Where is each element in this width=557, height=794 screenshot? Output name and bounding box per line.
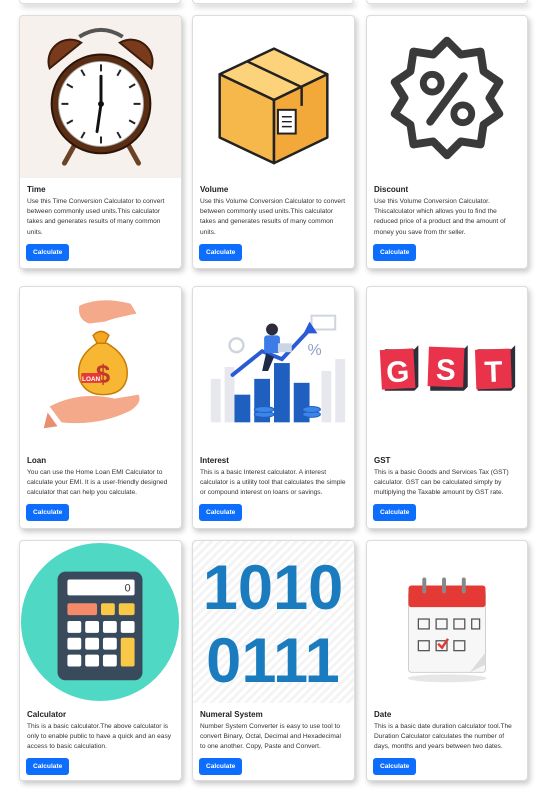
previous-row-card-stub xyxy=(366,0,528,4)
binary-line: 0111 xyxy=(206,626,340,696)
card-image xyxy=(367,16,527,178)
card-title: Date xyxy=(374,710,392,719)
card-image: G S T xyxy=(367,287,527,449)
calculate-button[interactable]: Calculate xyxy=(373,758,417,775)
gst-letter: T xyxy=(484,356,503,390)
calculate-button[interactable]: Calculate xyxy=(26,504,70,521)
card-title: GST xyxy=(374,456,391,465)
growth-chart-person-icon: % xyxy=(210,314,346,423)
alarm-clock-icon xyxy=(47,27,154,166)
card-image: % xyxy=(193,287,354,449)
money-bag-hands-icon: $ LOAN xyxy=(43,300,140,429)
card-description: Number System Converter is easy to use t… xyxy=(200,723,341,751)
card-image: 1010 0111 xyxy=(193,541,354,703)
card-calculator: 0 Calculator This is a basic calculator.… xyxy=(19,540,182,781)
card-title: Time xyxy=(27,185,46,194)
card-volume: Volume Use this Volume Conversion Calcul… xyxy=(192,15,355,269)
calculate-button[interactable]: Calculate xyxy=(26,244,70,261)
card-description: You can use the Home Loan EMI Calculator… xyxy=(27,469,168,497)
card-description: Use this Volume Conversion Calculator. T… xyxy=(374,198,506,236)
card-description: This is a basic calculator.The above cal… xyxy=(27,723,172,751)
card-description: Use this Volume Conversion Calculator to… xyxy=(200,198,346,236)
calculate-button[interactable]: Calculate xyxy=(199,504,243,521)
calculate-button[interactable]: Calculate xyxy=(373,244,417,261)
card-description: This is a basic date duration calculator… xyxy=(374,723,512,751)
svg-text:%: % xyxy=(308,342,322,359)
previous-row-card-stub xyxy=(19,0,181,4)
calculate-button[interactable]: Calculate xyxy=(26,758,70,775)
gst-blocks-icon: G S T xyxy=(379,345,516,391)
calculate-button[interactable]: Calculate xyxy=(199,758,243,775)
card-title: Discount xyxy=(374,185,409,194)
card-title: Loan xyxy=(27,456,47,465)
calculator-icon: 0 xyxy=(20,542,180,702)
card-image xyxy=(193,16,354,178)
card-interest: % Interest This is a basic Interest calc… xyxy=(192,286,355,529)
card-date: Date This is a basic date duration calcu… xyxy=(366,540,528,781)
calendar-icon xyxy=(407,577,487,683)
card-numeral-system: 1010 0111 Numeral System Number System C… xyxy=(192,540,355,781)
gst-letter: G xyxy=(385,355,410,389)
binary-digits-icon: 1010 0111 xyxy=(203,553,344,696)
gst-letter: S xyxy=(435,354,456,388)
cardboard-box-icon xyxy=(218,47,329,165)
percent-badge-icon xyxy=(390,36,504,160)
calculator-display: 0 xyxy=(125,582,131,594)
card-discount: Discount Use this Volume Conversion Calc… xyxy=(366,15,528,269)
card-image xyxy=(20,16,181,178)
calculate-button[interactable]: Calculate xyxy=(199,244,243,261)
card-title: Interest xyxy=(200,456,229,465)
card-time: Time Use this Time Conversion Calculator… xyxy=(19,15,182,269)
card-image xyxy=(367,541,527,703)
card-description: Use this Time Conversion Calculator to c… xyxy=(27,198,165,236)
card-loan: $ LOAN Loan You can use the Home Loan EM… xyxy=(19,286,182,529)
card-description: This is a basic Interest calculator. A i… xyxy=(200,469,346,497)
card-description: This is a basic Goods and Services Tax (… xyxy=(374,469,509,497)
loan-tag-label: LOAN xyxy=(82,376,101,383)
binary-line: 1010 xyxy=(203,553,344,623)
card-image: $ LOAN xyxy=(20,287,181,449)
card-image: 0 xyxy=(20,541,181,703)
card-gst: G S T GST This is a basic Goods and Serv… xyxy=(366,286,528,529)
card-title: Numeral System xyxy=(200,710,263,719)
calculate-button[interactable]: Calculate xyxy=(373,504,417,521)
previous-row-card-stub xyxy=(192,0,354,4)
card-title: Volume xyxy=(200,185,229,194)
card-title: Calculator xyxy=(27,710,67,719)
